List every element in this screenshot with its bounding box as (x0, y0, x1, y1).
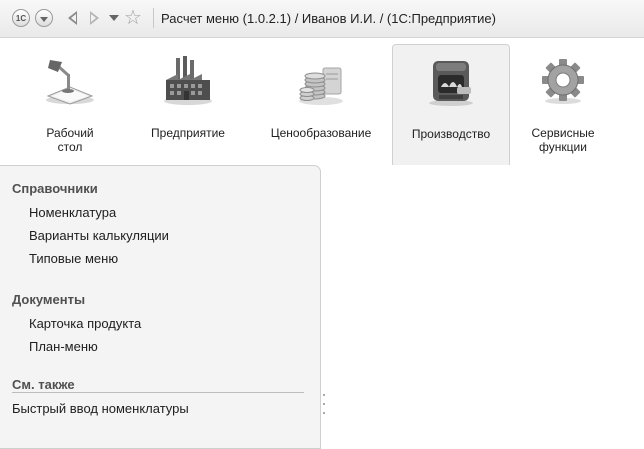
section-label: Предприятие (151, 126, 225, 140)
back-arrow-icon[interactable] (65, 8, 81, 28)
nav-group-title-documents: Документы (12, 292, 86, 307)
forward-arrow-icon[interactable] (87, 8, 103, 28)
coins-icon (295, 56, 347, 106)
desk-lamp-icon (44, 56, 96, 106)
nav-item-plan-menu[interactable]: План-меню (29, 339, 98, 354)
title-bar: 1С ☆ Расчет меню (1.0.2.1) / Иванов И.И.… (0, 0, 644, 38)
gear-icon (537, 56, 589, 106)
see-also-title: См. также (12, 377, 75, 392)
work-area (321, 165, 644, 449)
nav-item-typical-menu[interactable]: Типовые меню (29, 251, 118, 266)
logo-text: 1С (15, 13, 27, 23)
panel-splitter-handle[interactable] (322, 394, 326, 424)
section-label: Производство (411, 127, 491, 141)
nav-item-product-card[interactable]: Карточка продукта (29, 316, 141, 331)
history-dropdown-icon[interactable] (108, 10, 120, 26)
nav-group-title-catalogs: Справочники (12, 181, 98, 196)
main-menu-icon[interactable] (35, 9, 53, 27)
section-desktop[interactable]: Рабочий стол (33, 44, 107, 165)
section-label: Рабочий стол (46, 126, 94, 154)
window-title: Расчет меню (1.0.2.1) / Иванов И.И. / (1… (161, 11, 496, 26)
navigation-panel: Справочники Номенклатура Варианты кальку… (0, 165, 321, 449)
1c-logo-icon[interactable]: 1С (12, 9, 30, 27)
star-icon[interactable]: ☆ (124, 5, 142, 31)
section-label: Ценообразование (270, 126, 372, 140)
oven-icon (425, 57, 477, 107)
see-also-divider (12, 392, 304, 393)
section-label: Сервисные функции (531, 126, 595, 154)
factory-icon (162, 56, 214, 106)
nav-item-nomenclature[interactable]: Номенклатура (29, 205, 116, 220)
section-service[interactable]: Сервисные функции (523, 44, 603, 165)
title-separator (153, 8, 154, 28)
sections-panel: Рабочий стол Предприятие Ценообразование… (0, 38, 644, 165)
section-enterprise[interactable]: Предприятие (141, 44, 235, 165)
nav-item-calculation-variants[interactable]: Варианты калькуляции (29, 228, 169, 243)
see-also-item-quick-input[interactable]: Быстрый ввод номенклатуры (12, 401, 189, 416)
section-production[interactable]: Производство (392, 44, 510, 165)
section-pricing[interactable]: Ценообразование (256, 44, 386, 165)
